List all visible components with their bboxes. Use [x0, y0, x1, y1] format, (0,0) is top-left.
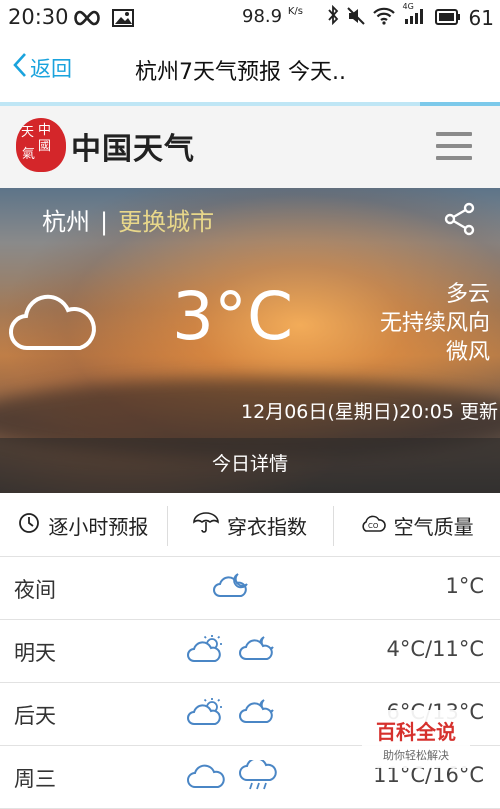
page-title: 杭州7天气预报 今天..	[135, 60, 346, 85]
weather-conditions: 多云 无持续风向 微风	[380, 280, 490, 367]
network-speed-unit: K/s	[287, 6, 303, 17]
status-icons: 4G 61	[327, 2, 494, 30]
seal-char-2: 國	[38, 139, 52, 154]
city-selector: 杭州 | 更换城市	[42, 202, 214, 237]
forecast-day: 周三	[14, 767, 56, 791]
network-speed-value: 98.9	[242, 6, 283, 27]
cloud-rain-icon	[238, 757, 278, 796]
condition-text: 多云	[445, 282, 490, 307]
seal-char-4: 氣	[22, 147, 36, 162]
tab-label: 逐小时预报	[48, 514, 149, 539]
forecast-row[interactable]: 明天 4°C/11°C	[0, 620, 500, 683]
sun-cloud-icon	[186, 697, 226, 731]
forecast-icons	[186, 634, 276, 668]
forecast-day: 后天	[14, 704, 56, 728]
svg-text:CO: CO	[368, 522, 379, 530]
wind-level: 微风	[445, 340, 490, 365]
cloud-moon-icon	[8, 286, 102, 358]
site-header: 中 國 天 氣 中国天气	[0, 106, 500, 188]
baike-watermark: 百科全说 助你轻松解决	[362, 710, 470, 768]
tab-label: 空气质量	[393, 514, 474, 539]
forecast-temp: 1°C	[445, 574, 484, 598]
bluetooth-icon	[327, 4, 339, 30]
city-separator: |	[100, 208, 109, 236]
current-temperature: 3°C	[172, 278, 294, 355]
chevron-left-icon	[12, 52, 30, 83]
city-name: 杭州	[42, 208, 90, 236]
wifi-icon	[372, 6, 395, 30]
forecast-day: 夜间	[14, 578, 56, 602]
co2-cloud-icon: CO	[360, 513, 394, 538]
umbrella-icon	[193, 511, 227, 539]
tab-dressing-index[interactable]: 穿衣指数	[166, 494, 334, 556]
forecast-day: 明天	[14, 641, 56, 665]
status-time: 20:30	[8, 5, 69, 29]
seal-char-1: 中	[38, 123, 52, 138]
forecast-icons	[186, 757, 278, 796]
back-label: 返回	[30, 56, 72, 81]
seal-char-3: 天	[21, 125, 35, 140]
cell-signal-icon: 4G	[403, 2, 427, 30]
sun-cloud-icon	[186, 634, 226, 668]
back-button[interactable]: 返回	[12, 52, 72, 83]
image-notification-icon	[112, 8, 134, 32]
share-icon[interactable]	[444, 202, 476, 240]
clock-icon	[18, 512, 48, 539]
menu-icon[interactable]	[436, 132, 472, 162]
cloud-icon	[186, 760, 226, 796]
status-bar: 20:30 98.9 K/s 4G 61	[0, 0, 500, 34]
title-bar: 返回 杭州7天气预报 今天..	[0, 34, 500, 104]
change-city-link[interactable]: 更换城市	[118, 208, 214, 236]
china-weather-seal-logo[interactable]: 中 國 天 氣	[16, 118, 66, 172]
cloud-moon-icon	[238, 697, 276, 731]
cloud-moon-icon	[212, 571, 250, 603]
brand-name[interactable]: 中国天气	[71, 124, 195, 168]
forecast-temp: 4°C/11°C	[386, 637, 484, 661]
info-tabs: 逐小时预报 穿衣指数 CO 空气质量	[0, 494, 500, 557]
today-details-label: 今日详情	[211, 453, 288, 475]
forecast-row[interactable]: 夜间 1°C	[0, 557, 500, 620]
battery-level: 61	[468, 5, 494, 30]
battery-icon	[434, 6, 461, 30]
tab-label: 穿衣指数	[227, 514, 307, 539]
network-speed: 98.9 K/s	[242, 6, 303, 27]
watermark-subtitle: 助你轻松解决	[383, 749, 449, 762]
today-details-button[interactable]: 今日详情	[0, 438, 500, 493]
tab-air-quality[interactable]: CO 空气质量	[333, 494, 500, 556]
wind-direction: 无持续风向	[379, 311, 490, 336]
mute-icon	[346, 6, 365, 30]
infinity-icon	[72, 8, 102, 32]
update-time: 12月06日(星期日)20:05 更新	[241, 401, 498, 423]
forecast-icons	[212, 571, 250, 603]
tab-hourly-forecast[interactable]: 逐小时预报	[0, 494, 167, 556]
forecast-icons	[186, 697, 276, 731]
forecast-list: 夜间 1°C 明天 4°C/11°C 后天 6°C/13°C 周三 11°C/1…	[0, 557, 500, 809]
cloud-moon-icon	[238, 634, 276, 668]
current-weather-hero: 杭州 | 更换城市 3°C 多云 无持续风向 微风 12月06日(星期日)20:05…	[0, 188, 500, 493]
watermark-title: 百科全说	[376, 720, 456, 744]
cell-type-label: 4G	[402, 1, 414, 11]
